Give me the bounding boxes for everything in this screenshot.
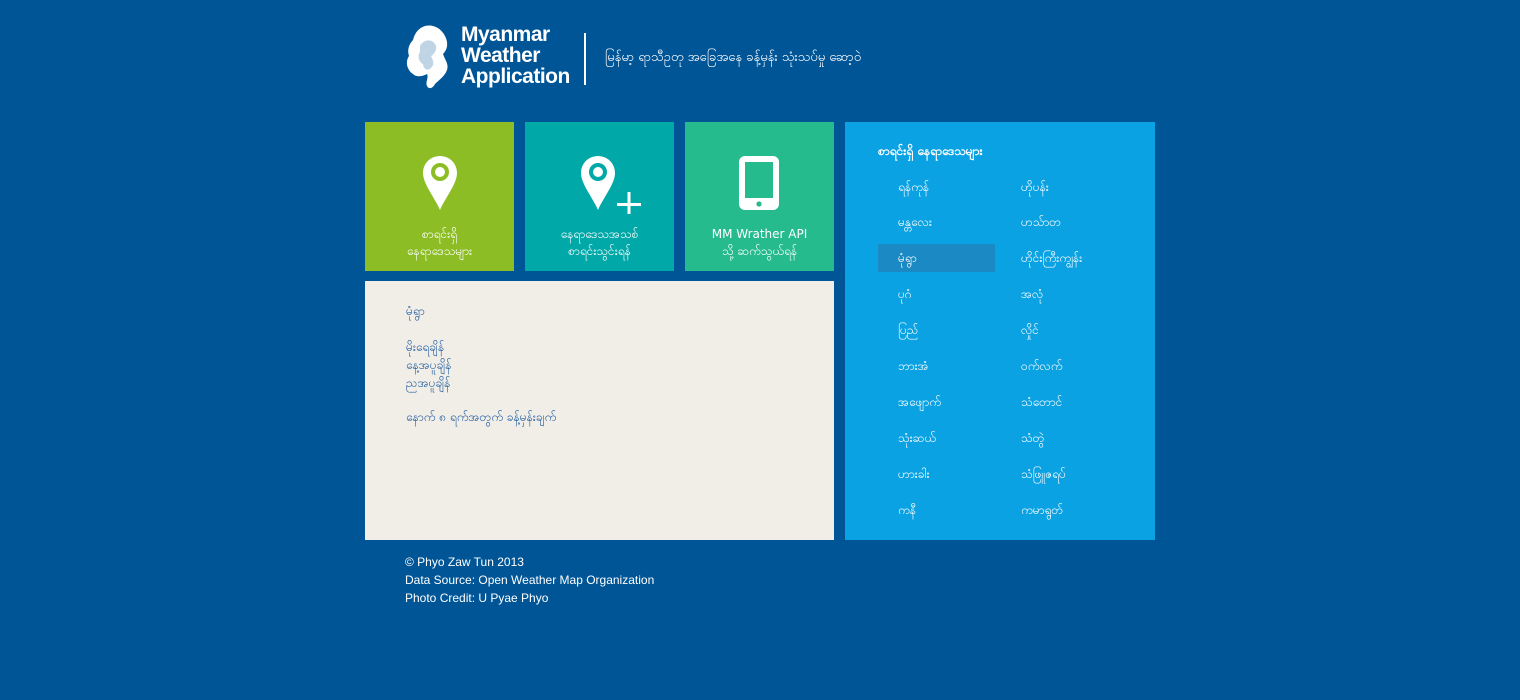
day-temperature-link[interactable]: နေ့အပူချိန် [406, 356, 451, 374]
tile-label-line-2: သို့ ဆက်သွယ်ရန် [721, 244, 798, 258]
city-item[interactable]: ဟိုင်းကြီးကျွန်း [1001, 244, 1131, 272]
tile-listed-locations[interactable]: စာရင်းရှိ နေရာဒေသများ [365, 122, 514, 271]
tile-label-line-1: MM Wrather API [711, 227, 808, 241]
header-divider [584, 33, 586, 85]
footer: © Phyo Zaw Tun 2013 Data Source: Open We… [405, 553, 654, 607]
logo-text-line-1: Myanmar [461, 23, 550, 46]
tagline: မြန်မာ့ ရာသီဥတု အခြေအနေ ခန့်မှန်း သုံးသပ… [605, 50, 862, 65]
location-pin-icon [423, 156, 457, 210]
night-temperature-link[interactable]: ညအပူချိန် [406, 374, 451, 392]
tile-label-line-2: နေရာဒေသများ [406, 244, 473, 258]
city-item[interactable]: သံတွဲ [1001, 424, 1131, 452]
photo-credit-text: Photo Credit: U Pyae Phyo [405, 591, 549, 605]
tile-label-line-2: စာရင်းသွင်းရန် [568, 244, 631, 258]
page: Myanmar Weather Application မြန်မာ့ ရာသီ… [0, 0, 1520, 700]
myanmar-map-icon [406, 25, 448, 89]
logo-text-line-2: Weather [461, 44, 540, 67]
city-item[interactable]: မန္တလေး [878, 208, 995, 236]
app-logo[interactable]: Myanmar Weather Application [405, 24, 577, 92]
tablet-icon [739, 156, 779, 210]
city-item[interactable]: ကနီ [878, 496, 995, 524]
city-item[interactable]: ရန်ကုန် [878, 173, 995, 201]
city-item[interactable]: ဟိုပန်း [1001, 173, 1131, 201]
city-item-selected[interactable]: မုံရွာ [878, 244, 995, 272]
tile-api[interactable]: MM Wrather API သို့ ဆက်သွယ်ရန် [685, 122, 834, 271]
add-location-icon [581, 156, 641, 214]
city-list-panel: စာရင်းရှိ နေရာဒေသများ ရန်ကုန် မန္တလေး မု… [845, 122, 1155, 540]
city-list-heading: စာရင်းရှိ နေရာဒေသများ [878, 144, 983, 158]
city-item[interactable]: ဘားအံ [878, 352, 995, 380]
copyright-text: © Phyo Zaw Tun 2013 [405, 555, 524, 569]
tile-add-location[interactable]: နေရာဒေသအသစ် စာရင်းသွင်းရန် [525, 122, 674, 271]
data-source-text: Data Source: Open Weather Map Organizati… [405, 573, 655, 587]
city-item[interactable]: သံဖြူဇရပ် [1001, 460, 1131, 488]
detail-link-list: မိုးရေချိန် နေ့အပူချိန် ညအပူချိန် [406, 338, 451, 392]
city-item[interactable]: ကမာရွတ် [1001, 496, 1131, 524]
logo-text-line-3: Application [461, 65, 570, 88]
city-item[interactable]: သံတောင် [1001, 388, 1131, 416]
forecast-link[interactable]: နောက် ၈ ရက်အတွက် ခန့်မှန်းချက် [406, 408, 556, 426]
city-detail-panel: မုံရွာ မိုးရေချိန် နေ့အပူချိန် ညအပူချိန်… [365, 281, 834, 540]
city-item[interactable]: ဟားခါး [878, 460, 995, 488]
city-item[interactable]: အဖျောက် [878, 388, 995, 416]
city-item[interactable]: အလုံ [1001, 280, 1131, 308]
selected-city-title: မုံရွာ [406, 304, 425, 318]
city-item[interactable]: ပုဂံ [878, 280, 995, 308]
city-item[interactable]: ဝက်လက် [1001, 352, 1131, 380]
tile-label-line-1: စာရင်းရှိ [421, 227, 458, 241]
city-item[interactable]: လှိုင် [1001, 316, 1131, 344]
city-item[interactable]: ဟသ်ာတ [1001, 208, 1131, 236]
city-item[interactable]: သုံးဆယ် [878, 424, 995, 452]
rainfall-link[interactable]: မိုးရေချိန် [406, 338, 451, 356]
tile-label-line-1: နေရာဒေသအသစ် [560, 227, 639, 241]
city-item[interactable]: ပြည် [878, 316, 995, 344]
